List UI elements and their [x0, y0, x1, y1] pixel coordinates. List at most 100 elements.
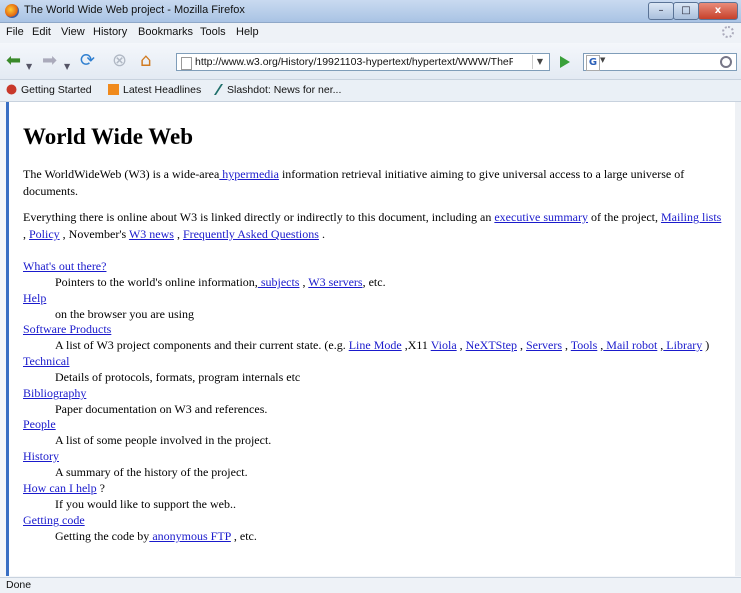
- software-text-1: A list of W3 project components and thei…: [55, 338, 349, 352]
- bibliography-link[interactable]: Bibliography: [23, 386, 86, 401]
- software-text-5: ,: [562, 338, 571, 352]
- status-text: Done: [6, 579, 32, 591]
- whats-out-there-link[interactable]: What's out there?: [23, 259, 106, 274]
- anonymous-ftp-link[interactable]: anonymous FTP: [149, 529, 231, 543]
- w3-news-link[interactable]: W3 news: [129, 227, 174, 241]
- slashdot-icon: [214, 84, 223, 95]
- how-can-i-help-suffix: ?: [96, 481, 105, 495]
- browser-window: The World Wide Web project - Mozilla Fir…: [0, 0, 741, 593]
- w3-servers-link[interactable]: W3 servers: [308, 275, 362, 289]
- search-box[interactable]: G ▼: [583, 53, 737, 71]
- subjects-link[interactable]: subjects: [258, 275, 300, 289]
- back-icon[interactable]: ⬅: [6, 51, 21, 71]
- servers-link[interactable]: Servers: [526, 338, 562, 352]
- throbber-icon: [722, 26, 734, 38]
- title-bar: The World Wide Web project - Mozilla Fir…: [0, 0, 741, 23]
- bookmark-latest-headlines[interactable]: Latest Headlines: [123, 84, 201, 96]
- forward-icon[interactable]: ➡: [42, 51, 57, 71]
- menu-view[interactable]: View: [61, 26, 85, 38]
- viola-link[interactable]: Viola: [431, 338, 457, 352]
- software-text-8: ): [702, 338, 710, 352]
- getting-code-text-1: Getting the code by: [55, 529, 150, 543]
- search-engine-dropdown-icon[interactable]: ▼: [600, 56, 605, 64]
- policy-link[interactable]: Policy: [29, 227, 60, 241]
- intro-paragraph: The WorldWideWeb (W3) is a wide-area hyp…: [23, 166, 727, 200]
- whats-out-there-desc: Pointers to the world's online informati…: [55, 275, 386, 290]
- how-can-i-help-desc: If you would like to support the web..: [55, 497, 236, 511]
- menu-tools[interactable]: Tools: [200, 26, 226, 38]
- mail-robot-link[interactable]: Mail robot: [603, 338, 657, 352]
- line-mode-link[interactable]: Line Mode: [349, 338, 402, 352]
- technical-link[interactable]: Technical: [23, 354, 69, 369]
- home-icon[interactable]: ⌂: [140, 51, 151, 71]
- software-text-3: ,: [456, 338, 466, 352]
- tools-link[interactable]: Tools: [571, 338, 598, 352]
- url-text[interactable]: http://www.w3.org/History/19921103-hyper…: [195, 56, 513, 68]
- maximize-button[interactable]: □: [673, 2, 699, 20]
- menu-edit[interactable]: Edit: [32, 26, 51, 38]
- software-products-desc: A list of W3 project components and thei…: [55, 338, 709, 353]
- search-engine-icon[interactable]: G: [586, 55, 600, 71]
- whats-out-text-3: , etc.: [362, 275, 386, 289]
- bookmarks-toolbar: Getting Started Latest Headlines Slashdo…: [0, 80, 741, 102]
- whats-out-text-1: Pointers to the world's online informati…: [55, 275, 258, 289]
- everything-text-2: of the project,: [588, 210, 661, 224]
- software-text-4: ,: [517, 338, 526, 352]
- url-bar[interactable]: http://www.w3.org/History/19921103-hyper…: [176, 53, 550, 71]
- faq-link[interactable]: Frequently Asked Questions: [183, 227, 319, 241]
- getting-code-link[interactable]: Getting code: [23, 513, 85, 528]
- menu-history[interactable]: History: [93, 26, 127, 38]
- everything-text-6: .: [318, 227, 325, 241]
- firefox-logo-icon: [5, 4, 19, 18]
- page-icon: [181, 57, 192, 70]
- intro-text-1: The WorldWideWeb (W3) is a wide-area: [23, 167, 220, 181]
- bookmark-getting-started[interactable]: Getting Started: [21, 84, 92, 96]
- forward-dropdown-icon[interactable]: ▼: [64, 57, 70, 77]
- people-desc: A list of some people involved in the pr…: [55, 433, 272, 447]
- executive-summary-link[interactable]: executive summary: [494, 210, 588, 224]
- people-link[interactable]: People: [23, 417, 56, 432]
- rss-feed-icon: [108, 84, 119, 95]
- back-dropdown-icon[interactable]: ▼: [26, 57, 32, 77]
- page-content: World Wide Web The WorldWideWeb (W3) is …: [6, 102, 738, 576]
- navigation-toolbar: ⬅ ▼ ➡ ▼ ⟳ ⊗ ⌂ http://www.w3.org/History/…: [0, 43, 741, 80]
- history-desc: A summary of the history of the project.: [55, 465, 248, 479]
- bibliography-desc: Paper documentation on W3 and references…: [55, 402, 268, 416]
- help-desc: on the browser you are using: [55, 307, 194, 321]
- reload-icon[interactable]: ⟳: [80, 51, 95, 71]
- getting-code-text-2: , etc.: [230, 529, 257, 543]
- menu-help[interactable]: Help: [236, 26, 259, 38]
- software-text-2: ,X11: [401, 338, 431, 352]
- window-title: The World Wide Web project - Mozilla Fir…: [24, 4, 245, 16]
- page-title: World Wide Web: [23, 124, 193, 149]
- bookmark-slashdot[interactable]: Slashdot: News for ner...: [227, 84, 341, 96]
- everything-text-4: , November's: [59, 227, 129, 241]
- getting-code-desc: Getting the code by anonymous FTP , etc.: [55, 529, 257, 544]
- everything-text-1: Everything there is online about W3 is l…: [23, 210, 495, 224]
- help-link[interactable]: Help: [23, 291, 46, 306]
- technical-desc: Details of protocols, formats, program i…: [55, 370, 301, 384]
- stop-icon[interactable]: ⊗: [112, 51, 127, 71]
- everything-paragraph: Everything there is online about W3 is l…: [23, 209, 727, 243]
- whats-out-text-2: ,: [299, 275, 309, 289]
- minimize-button[interactable]: –: [648, 2, 674, 20]
- menu-file[interactable]: File: [6, 26, 24, 38]
- software-products-link[interactable]: Software Products: [23, 322, 111, 337]
- mailing-lists-link[interactable]: Mailing lists: [661, 210, 721, 224]
- hypermedia-link[interactable]: hypermedia: [219, 167, 279, 181]
- menu-bookmarks[interactable]: Bookmarks: [138, 26, 193, 38]
- search-icon[interactable]: [720, 56, 732, 68]
- how-can-i-help-link[interactable]: How can I help: [23, 481, 97, 495]
- nextstep-link[interactable]: NeXTStep: [466, 338, 517, 352]
- getting-started-icon: [6, 84, 17, 95]
- go-icon[interactable]: [557, 53, 573, 71]
- status-bar: Done: [0, 577, 741, 593]
- everything-text-5: ,: [173, 227, 183, 241]
- url-dropdown-icon[interactable]: ▼: [532, 55, 547, 69]
- library-link[interactable]: Library: [663, 338, 702, 352]
- history-link[interactable]: History: [23, 449, 59, 464]
- how-can-i-help-term: How can I help ?: [23, 481, 105, 496]
- scrollbar[interactable]: [735, 102, 741, 576]
- close-button[interactable]: x: [698, 2, 738, 20]
- menu-bar: File Edit View History Bookmarks Tools H…: [0, 23, 741, 43]
